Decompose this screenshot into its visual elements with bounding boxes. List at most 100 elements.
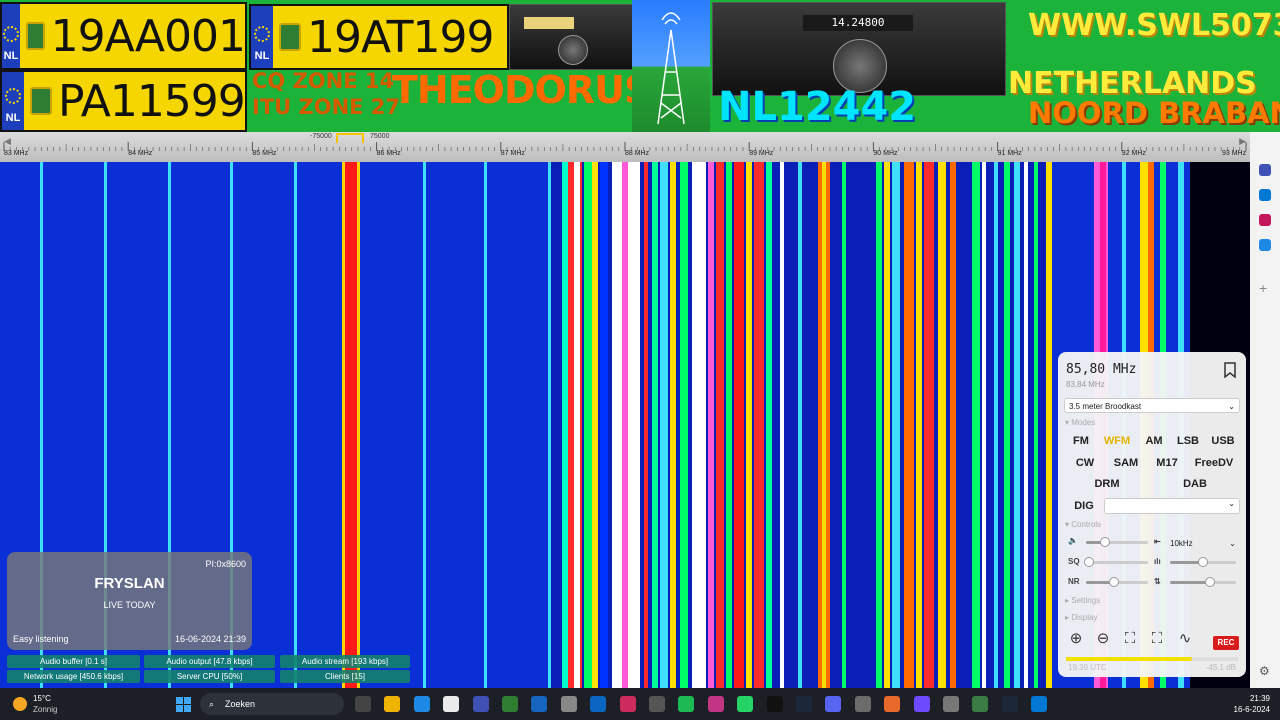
right-slider-1[interactable] [1170,557,1236,567]
zoom-band-icon[interactable]: ⛶ [1148,630,1166,648]
mode-button-wfm[interactable]: WFM [1100,435,1134,447]
taskbar-app-icon[interactable] [413,696,430,712]
mode-button-cw[interactable]: CW [1068,457,1102,469]
weather-temperature[interactable]: 15°C [33,694,51,703]
right-slider-2-thumb[interactable] [1204,577,1215,587]
squelch-slider-thumb[interactable] [1084,557,1095,567]
display-section-header[interactable]: ▸ Display [1065,613,1097,622]
scale-label: 91 MHz [997,150,1022,157]
taskbar-app-icon[interactable] [649,696,665,712]
taskbar-app-icon[interactable] [560,696,577,712]
side-outlook-icon[interactable] [1259,189,1271,201]
weather-sun-icon[interactable] [13,697,27,711]
clients-status: Clients [15] [280,670,410,683]
bookmark-icon[interactable] [1224,362,1236,378]
search-placeholder: Zoeken [225,699,256,709]
side-app-icon[interactable] [1259,164,1271,176]
mode-button-lsb[interactable]: LSB [1172,435,1204,447]
modes-section-header[interactable]: ▾ Modes [1065,418,1095,427]
band-select[interactable]: 3.5 meter Broodkast ⌄ [1064,398,1240,413]
waterfall-stripe [972,162,980,688]
scale-label: 92 MHz [1121,150,1146,157]
taskbar-app-icon[interactable] [707,696,724,712]
waterfall-stripe [708,162,714,688]
volume-slider-thumb[interactable] [1099,537,1110,547]
taskbar-clock[interactable]: 21:39 [1250,694,1270,703]
record-button[interactable]: REC [1213,636,1239,650]
taskbar-app-icon[interactable] [796,696,812,712]
plate-1-text: 19AA001 [50,10,246,62]
waterfall-stripe [660,162,668,688]
digital-mode-select[interactable]: ⌄ [1104,498,1240,514]
signal-db: -45.1 dB [1205,663,1236,672]
right-slider-2[interactable] [1170,577,1236,587]
controls-section-header[interactable]: ▾ Controls [1065,520,1101,529]
waterfall-stripe [994,162,998,688]
taskbar-app-icon[interactable] [502,696,518,712]
settings-section-header[interactable]: ▸ Settings [1065,596,1100,605]
taskbar-app-icon[interactable] [472,696,489,712]
right-slider-1-thumb[interactable] [1198,557,1208,567]
mode-button-usb[interactable]: USB [1206,435,1240,447]
scale-ticks [3,142,1247,151]
side-app-icon[interactable] [1259,239,1271,251]
scale-label: 89 MHz [749,150,774,157]
taskbar-app-icon[interactable] [678,696,695,712]
taskbar-app-icon[interactable] [913,696,930,712]
weather-condition[interactable]: Zonnig [33,705,57,714]
add-icon[interactable]: + [1259,281,1271,295]
chevron-down-icon: ⌄ [1228,499,1235,508]
windows-start-icon[interactable] [176,697,191,712]
frequency-scale[interactable]: ◀ ▶ -75000 75000 83 MHz 84 MHz 85 MHz 86 MH… [0,132,1250,162]
itu-zone-text: ITU ZONE 27 [252,95,401,119]
taskbar-app-icon[interactable] [590,696,607,712]
taskbar-app-icon[interactable] [443,696,460,712]
waterfall-stripe [680,162,688,688]
nr-slider[interactable] [1086,577,1148,587]
taskbar-app-icon[interactable] [531,696,548,712]
taskbar-app-icon[interactable] [972,696,989,712]
mode-button-freedv[interactable]: FreeDV [1188,457,1240,469]
waterfall-stripe [562,162,568,688]
settings-gear-icon[interactable]: ⚙ [1259,665,1271,677]
squelch-slider[interactable] [1084,557,1148,567]
taskbar-app-icon[interactable] [619,696,636,712]
mode-button-dab[interactable]: DAB [1162,478,1228,490]
mode-button-fm[interactable]: FM [1066,435,1096,447]
eu-flag-icon: NL [2,4,20,68]
mode-button-sam[interactable]: SAM [1108,457,1144,469]
display-section-label: Display [1071,613,1098,622]
taskbar-app-icon[interactable] [766,696,783,712]
taskbar-app-icon[interactable] [1031,696,1048,712]
taskbar-app-icon[interactable] [943,696,959,712]
bandwidth-icon: ⇤ [1154,537,1161,546]
taskbar-app-icon[interactable] [1001,696,1018,712]
scale-label: 90 MHz [873,150,898,157]
spectrum-toggle-icon[interactable]: ∿ [1176,630,1194,648]
step-select[interactable]: 10kHz ⌄ [1170,537,1236,550]
taskbar-date[interactable]: 16-6-2024 [1234,705,1270,714]
taskbar-app-icon[interactable] [854,696,871,712]
taskbar-app-icon[interactable] [355,696,371,712]
zoom-fit-icon[interactable]: ⛶ [1121,630,1139,648]
waterfall-stripe [892,162,900,688]
side-app-icon[interactable] [1259,214,1271,226]
volume-slider[interactable] [1086,537,1148,547]
license-plate-2: NL 19AT199 [249,4,509,70]
rds-program-type: Easy listening [13,634,69,644]
taskbar-app-icon[interactable] [884,696,901,712]
mode-button-drm[interactable]: DRM [1074,478,1140,490]
zoom-in-icon[interactable]: ⊕ [1067,630,1085,648]
waterfall-stripe [548,162,551,688]
taskbar-search[interactable]: ⌕ Zoeken [200,693,344,715]
mode-button-am[interactable]: AM [1138,435,1170,447]
waterfall-stripe [822,162,826,688]
frequency-display[interactable]: 85,80 MHz [1066,362,1136,377]
mode-button-m17[interactable]: M17 [1150,457,1184,469]
zoom-out-icon[interactable]: ⊖ [1094,630,1112,648]
mode-button-dig[interactable]: DIG [1068,500,1100,512]
nr-slider-thumb[interactable] [1108,577,1119,587]
taskbar-app-icon[interactable] [825,696,842,712]
taskbar-app-icon[interactable] [737,696,754,712]
taskbar-app-icon[interactable] [384,696,401,712]
